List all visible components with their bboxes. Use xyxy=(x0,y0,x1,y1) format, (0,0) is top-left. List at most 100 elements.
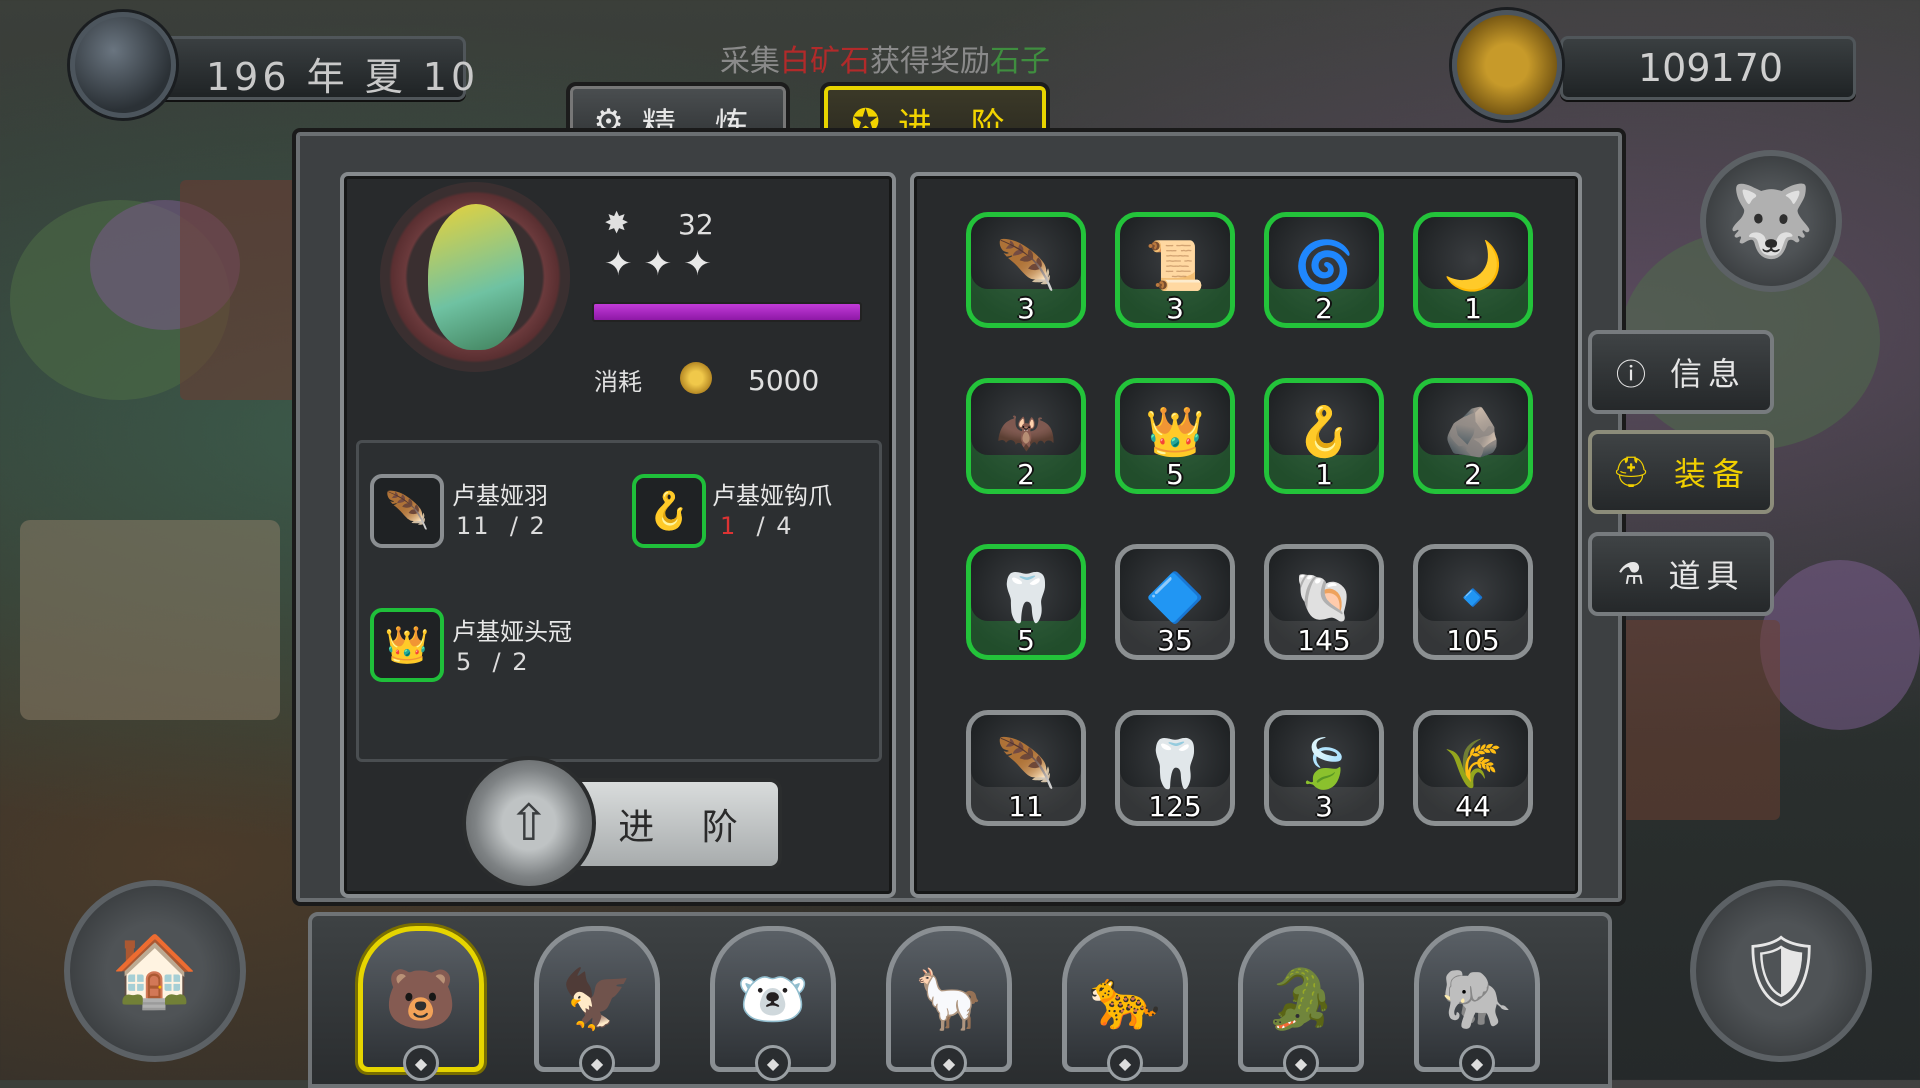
helmet-icon: ⛑ xyxy=(1611,454,1657,490)
season-medal-icon[interactable] xyxy=(70,12,176,118)
notice-prefix: 采集 xyxy=(720,44,780,79)
inventory-count: 145 xyxy=(1297,624,1351,657)
bg-ship xyxy=(20,520,280,720)
red-crown-icon: 👑 xyxy=(1145,403,1205,460)
power-icon: ✸ xyxy=(604,206,630,241)
inventory-slot[interactable]: 🌙 1 xyxy=(1413,212,1533,328)
gold-amount: 109170 xyxy=(1638,46,1784,90)
inventory-count: 2 xyxy=(1464,458,1482,491)
req-need: / 2 xyxy=(492,648,530,676)
crocodile-hero-portrait-icon: 🐊 xyxy=(1264,964,1338,1033)
inventory-slot[interactable]: 🪶 11 xyxy=(966,710,1086,826)
advance-progress-fill xyxy=(594,304,860,320)
inventory-slot[interactable]: 🪶 3 xyxy=(966,212,1086,328)
ostrich-hero[interactable]: 🦙 ◆ xyxy=(886,926,1012,1081)
inventory-count: 5 xyxy=(1017,624,1035,657)
hero-class-badge-icon: ◆ xyxy=(931,1045,967,1081)
cost-label: 消耗 xyxy=(594,368,642,396)
star-icon: ✦ xyxy=(683,244,712,284)
inventory-count: 2 xyxy=(1017,458,1035,491)
eagle-hero[interactable]: 🦅 ◆ xyxy=(534,926,660,1081)
feather-quill-icon: 🪶 xyxy=(996,237,1056,294)
side-button-info[interactable]: ⓘ 信息 xyxy=(1588,330,1774,414)
inventory-slot[interactable]: 🦷 5 xyxy=(966,544,1086,660)
eagle-hero-portrait-icon: 🦅 xyxy=(560,964,634,1033)
crown-icon[interactable]: 👑 xyxy=(370,608,444,682)
inventory-slot[interactable]: 🐚 145 xyxy=(1264,544,1384,660)
inventory-slot[interactable]: 🔷 35 xyxy=(1115,544,1235,660)
inventory-count: 5 xyxy=(1166,458,1184,491)
scroll-icon: 📜 xyxy=(1145,237,1205,294)
pirate-bear-hero[interactable]: 🐻 ◆ xyxy=(358,926,484,1081)
crocodile-hero[interactable]: 🐊 ◆ xyxy=(1238,926,1364,1081)
inventory-slot[interactable]: 🦷 125 xyxy=(1115,710,1235,826)
req-need: / 2 xyxy=(509,512,547,540)
inventory-slot[interactable]: 🦇 2 xyxy=(966,378,1086,494)
side-button-equipment[interactable]: ⛑ 装备 xyxy=(1588,430,1774,514)
notice-mid: 获得奖励 xyxy=(870,44,990,79)
inventory-count: 1 xyxy=(1315,458,1333,491)
req-name-feather: 卢基娅羽 xyxy=(452,482,548,510)
elephant-hero[interactable]: 🐘 ◆ xyxy=(1414,926,1540,1081)
inventory-count: 3 xyxy=(1166,292,1184,325)
inventory-slot[interactable]: 🌀 2 xyxy=(1264,212,1384,328)
req-name-crown: 卢基娅头冠 xyxy=(452,618,572,646)
hero-class-badge-icon: ◆ xyxy=(1283,1045,1319,1081)
star-icon: ✦ xyxy=(643,244,673,284)
crescent-icon: 🌙 xyxy=(1443,237,1503,294)
inventory-slot[interactable]: 🪨 2 xyxy=(1413,378,1533,494)
green-leaf-icon: 🍃 xyxy=(1294,735,1354,792)
side-button-items[interactable]: ⚗ 道具 xyxy=(1588,532,1774,616)
golden-hook-icon: 🪝 xyxy=(1294,403,1354,460)
req-need: / 4 xyxy=(756,512,794,540)
req-count-hook-claw: 1 / 4 xyxy=(720,512,794,540)
cost-value: 5000 xyxy=(748,364,820,397)
inventory-slot[interactable]: 📜 3 xyxy=(1115,212,1235,328)
green-feather-icon: 🪶 xyxy=(996,735,1056,792)
inventory-slot[interactable]: 🔹 105 xyxy=(1413,544,1533,660)
req-name-hook-claw: 卢基娅钩爪 xyxy=(712,482,832,510)
inventory-slot[interactable]: 🌾 44 xyxy=(1413,710,1533,826)
blue-fin-icon: 🔹 xyxy=(1443,569,1503,626)
inventory-count: 11 xyxy=(1008,790,1044,823)
white-fang-icon: 🦷 xyxy=(1145,735,1205,792)
hero-class-badge-icon: ◆ xyxy=(579,1045,615,1081)
advance-arrow-icon: ⇧ xyxy=(462,756,596,890)
dark-claw-icon: 🦇 xyxy=(996,403,1056,460)
grass-bundle-icon: 🌾 xyxy=(1443,735,1503,792)
inventory-count: 3 xyxy=(1315,790,1333,823)
leopard-hero[interactable]: 🐆 ◆ xyxy=(1062,926,1188,1081)
req-have: 11 xyxy=(456,512,491,540)
town-house-icon[interactable]: 🏠 xyxy=(64,880,246,1062)
polar-bear-hero-portrait-icon: 🐻‍❄️ xyxy=(736,964,810,1033)
bg-tree-pink-right xyxy=(1760,560,1920,730)
polar-bear-hero[interactable]: 🐻‍❄️ ◆ xyxy=(710,926,836,1081)
hero-class-badge-icon: ◆ xyxy=(1459,1045,1495,1081)
inventory-slot[interactable]: 🪝 1 xyxy=(1264,378,1384,494)
inventory-slot[interactable]: 🍃 3 xyxy=(1264,710,1384,826)
feather-icon[interactable]: 🪶 xyxy=(370,474,444,548)
inventory-count: 105 xyxy=(1446,624,1500,657)
hero-class-badge-icon: ◆ xyxy=(403,1045,439,1081)
leopard-hero-portrait-icon: 🐆 xyxy=(1088,964,1162,1033)
star-rating: ✦ ✦ ✦ xyxy=(604,244,712,284)
blue-shard-icon: 🔷 xyxy=(1145,569,1205,626)
elephant-hero-portrait-icon: 🐘 xyxy=(1440,964,1514,1033)
inventory-count: 1 xyxy=(1464,292,1482,325)
hero-class-badge-icon: ◆ xyxy=(755,1045,791,1081)
side-equipment-label: 装备 xyxy=(1674,455,1751,493)
wolf-portrait-icon[interactable]: 🐺 xyxy=(1700,150,1842,292)
star-icon: ✦ xyxy=(604,244,633,284)
req-count-crown: 5 / 2 xyxy=(456,648,530,676)
req-count-feather: 11 / 2 xyxy=(456,512,547,540)
notice-reward: 石子 xyxy=(990,44,1050,79)
req-have: 5 xyxy=(456,648,474,676)
power-value: 32 xyxy=(678,208,714,241)
knight-shield-icon[interactable]: 🛡 xyxy=(1690,880,1872,1062)
inventory-slot[interactable]: 👑 5 xyxy=(1115,378,1235,494)
hook-claw-icon[interactable]: 🪝 xyxy=(632,474,706,548)
advance-button-label: 进 阶 xyxy=(618,807,756,848)
gold-coin-small-icon xyxy=(680,362,712,394)
info-icon: ⓘ xyxy=(1615,358,1652,393)
potion-icon: ⚗ xyxy=(1617,556,1651,592)
